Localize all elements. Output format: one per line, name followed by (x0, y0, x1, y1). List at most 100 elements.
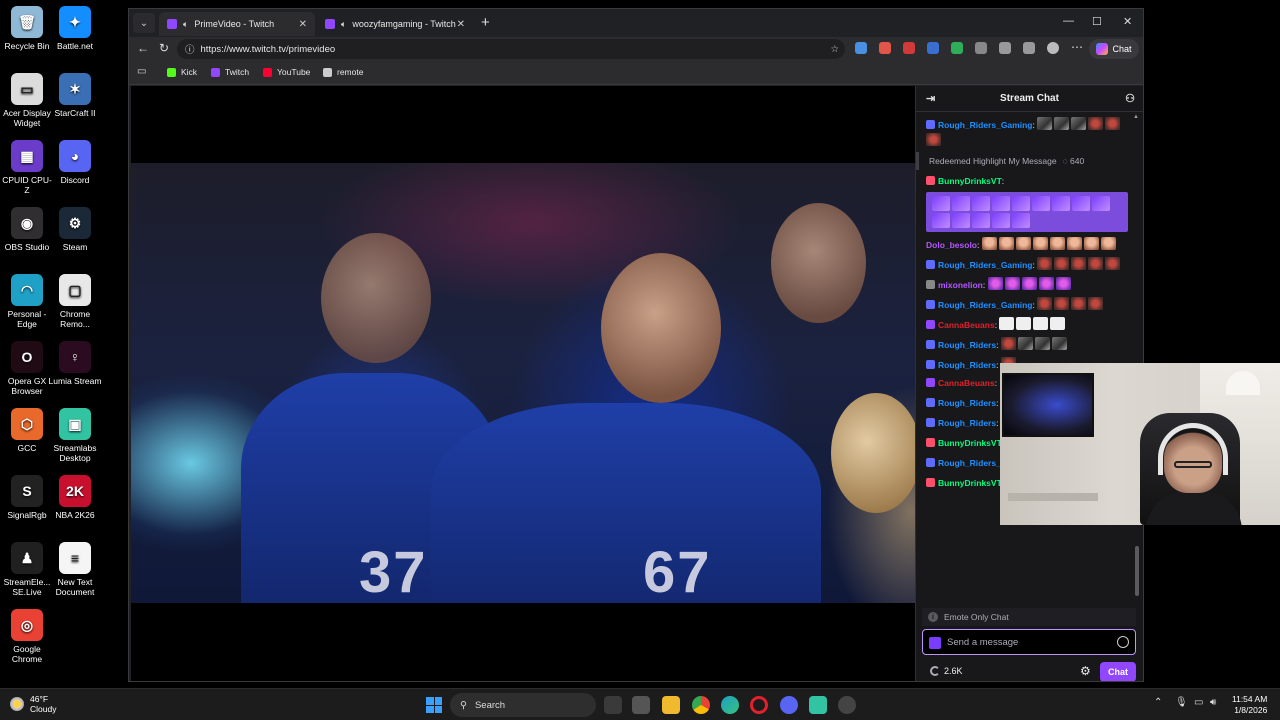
chat-emote[interactable] (1088, 117, 1104, 130)
chat-emote[interactable] (1055, 277, 1071, 290)
chat-username[interactable]: Rough_Riders_Gaming (938, 300, 1032, 310)
chat-badge-icon[interactable] (926, 360, 935, 369)
chat-username[interactable]: Rough_Riders (938, 398, 996, 408)
tab-actions-icon[interactable]: ⌄ (133, 13, 155, 33)
chat-message[interactable]: Rough_Riders: (916, 334, 1136, 354)
chat-emote[interactable] (1050, 317, 1066, 330)
emote-picker-icon[interactable] (1117, 636, 1129, 648)
taskbar-clock[interactable]: 11:54 AM 1/8/2026 (1232, 694, 1267, 716)
speaker-icon[interactable]: 🔈︎ (341, 19, 346, 30)
desktop-shortcut[interactable]: S SignalRgb (0, 475, 54, 520)
weather-widget[interactable]: 46°F Cloudy (10, 694, 56, 714)
chat-username[interactable]: mixonelion (938, 280, 983, 290)
chat-emote[interactable] (1049, 237, 1065, 250)
chat-emote[interactable] (932, 196, 950, 211)
split-screen-icon[interactable] (999, 42, 1011, 54)
chat-emote[interactable] (952, 196, 970, 211)
chat-username[interactable]: Dolo_besolo (926, 240, 977, 250)
chat-emote[interactable] (952, 213, 970, 228)
chat-emote[interactable] (1083, 237, 1099, 250)
chat-emote[interactable] (1054, 257, 1070, 270)
new-tab-icon[interactable]: + (481, 14, 490, 31)
tab-actions-icon[interactable]: ▭ (137, 66, 146, 77)
chat-emote[interactable] (972, 196, 990, 211)
extension-icon[interactable] (855, 42, 867, 54)
bookmark-twitch[interactable]: Twitch (211, 67, 249, 77)
chat-message[interactable]: CannaBeuans: (916, 314, 1136, 334)
chat-emote[interactable] (1071, 257, 1087, 270)
desktop-shortcut[interactable]: ♀ Lumia Stream (48, 341, 102, 386)
address-bar[interactable]: ⓘ https://www.twitch.tv/primevideo ☆ (177, 39, 845, 59)
file-explorer-icon[interactable] (662, 696, 680, 714)
close-tab-icon[interactable]: ✕ (457, 19, 465, 30)
chat-message[interactable]: Rough_Riders_Gaming: (916, 254, 1136, 274)
chat-badge-icon[interactable] (926, 340, 935, 349)
chat-username[interactable]: BunnyDrinksVT (938, 176, 1002, 186)
chat-badge-icon[interactable] (926, 418, 935, 427)
scroll-up-icon[interactable]: ▲ (1133, 114, 1139, 120)
bookmark-remote[interactable]: remote (323, 67, 363, 77)
chat-emote[interactable] (987, 277, 1003, 290)
desktop-shortcut[interactable]: ♟ StreamEle... SE.Live (0, 542, 54, 597)
chat-badge-icon[interactable] (926, 458, 935, 467)
profile-avatar[interactable] (1047, 42, 1059, 54)
desktop-shortcut[interactable]: ◉ OBS Studio (0, 207, 54, 252)
chat-emote[interactable] (1033, 317, 1049, 330)
chat-badge-icon[interactable] (926, 478, 935, 487)
desktop-shortcut[interactable]: ≡ New Text Document (48, 542, 102, 597)
desktop-shortcut[interactable]: ▭ Acer Display Widget (0, 73, 54, 128)
community-icon[interactable]: ⚇ (1125, 92, 1135, 105)
close-window-icon[interactable]: ✕ (1123, 15, 1132, 28)
chat-emote[interactable] (992, 213, 1010, 228)
send-chat-button[interactable]: Chat (1100, 662, 1136, 681)
volume-icon[interactable]: 🔊︎ (1210, 697, 1216, 708)
site-info-icon[interactable]: ⓘ (185, 42, 195, 56)
display-icon[interactable]: ▭ (1194, 697, 1203, 708)
copilot-chat-button[interactable]: Chat (1089, 39, 1139, 59)
steam-icon[interactable] (838, 696, 856, 714)
chat-emote[interactable] (1021, 277, 1037, 290)
chat-emote[interactable] (1037, 117, 1053, 130)
chat-emote[interactable] (1066, 237, 1082, 250)
chat-message[interactable]: Rough_Riders_Gaming: (916, 294, 1136, 314)
chat-emote[interactable] (1038, 277, 1054, 290)
chat-message[interactable]: mixonelion: (916, 274, 1136, 294)
favorites-icon[interactable] (1023, 42, 1035, 54)
desktop-shortcut[interactable]: ◠ Personal - Edge (0, 274, 54, 329)
desktop-shortcut[interactable]: ⬡ GCC (0, 408, 54, 453)
chat-message[interactable]: Rough_Riders_Gaming: (916, 114, 1136, 150)
chat-emote[interactable] (1092, 196, 1110, 211)
desktop-shortcut[interactable]: ▦ CPUID CPU-Z (0, 140, 54, 195)
extension-icon[interactable] (903, 42, 915, 54)
chat-username[interactable]: BunnyDrinksVT (938, 438, 1002, 448)
discord-icon[interactable] (780, 696, 798, 714)
chat-message[interactable]: Dolo_besolo: (916, 234, 1136, 254)
chat-emote[interactable] (1054, 297, 1070, 310)
chrome-icon[interactable] (692, 696, 710, 714)
desktop-shortcut[interactable]: ✶ StarCraft II (48, 73, 102, 118)
back-icon[interactable]: ← (137, 41, 149, 55)
streamlabs-icon[interactable] (809, 696, 827, 714)
chat-emote[interactable] (1017, 337, 1033, 350)
chat-emote[interactable] (1000, 337, 1016, 350)
chat-emote[interactable] (1037, 257, 1053, 270)
desktop-shortcut[interactable]: ✦ Battle.net (48, 6, 102, 51)
extension-icon[interactable] (927, 42, 939, 54)
chat-emote[interactable] (1034, 337, 1050, 350)
chat-emote[interactable] (1088, 297, 1104, 310)
show-hidden-icons[interactable]: ⌃ (1154, 697, 1162, 708)
chat-emote[interactable] (1037, 297, 1053, 310)
chat-message[interactable]: BunnyDrinksVT: (916, 172, 1136, 190)
chat-scrollbar[interactable]: ▲ (1133, 114, 1139, 606)
chat-emote[interactable] (1051, 337, 1067, 350)
chat-emote[interactable] (932, 213, 950, 228)
chat-emote[interactable] (981, 237, 997, 250)
chat-emote[interactable] (1015, 237, 1031, 250)
chat-badge-icon[interactable] (926, 320, 935, 329)
chat-badge-icon[interactable] (926, 176, 935, 185)
chat-username[interactable]: BunnyDrinksVT (938, 478, 1002, 488)
task-view-icon[interactable] (604, 696, 622, 714)
chat-emote[interactable] (1100, 237, 1116, 250)
chat-username[interactable]: CannaBeuans (938, 378, 995, 388)
extension-icon[interactable] (951, 42, 963, 54)
